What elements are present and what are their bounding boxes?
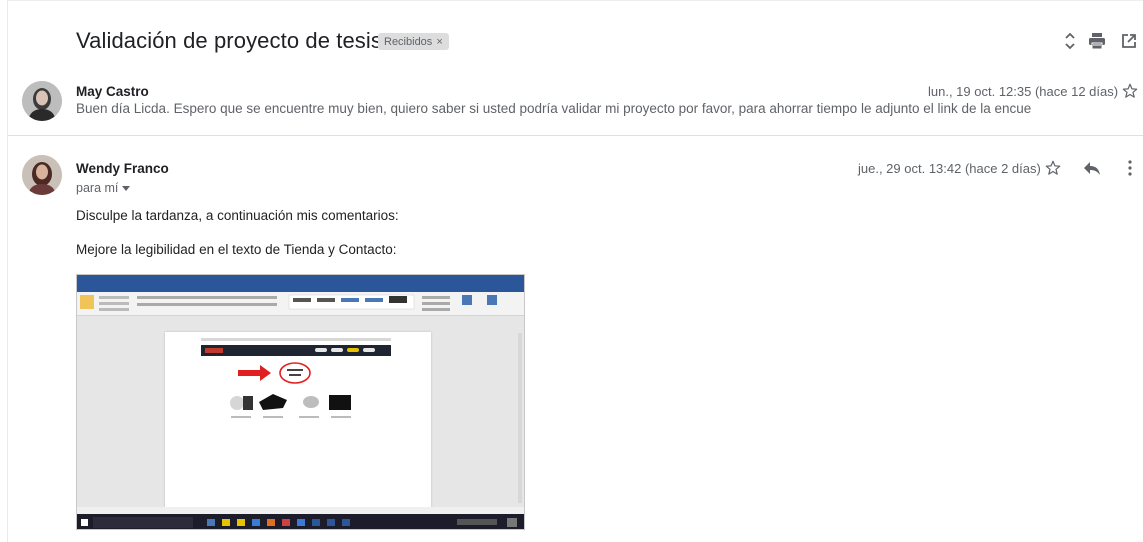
- sender-name[interactable]: May Castro: [76, 84, 149, 99]
- star-icon[interactable]: [1120, 81, 1140, 101]
- message-body-line: Disculpe la tardanza, a continuación mis…: [76, 208, 399, 223]
- inline-image-attachment[interactable]: [76, 274, 525, 530]
- windows-taskbar: [77, 514, 524, 529]
- message-date: jue., 29 oct. 13:42 (hace 2 días): [858, 161, 1041, 176]
- print-icon[interactable]: [1087, 31, 1107, 51]
- word-status-bar: [77, 507, 524, 514]
- avatar: [22, 81, 62, 121]
- expand-collapse-icon[interactable]: [1060, 31, 1080, 51]
- star-icon[interactable]: [1043, 158, 1063, 178]
- word-ribbon-tabs: [77, 284, 524, 292]
- message-snippet[interactable]: Buen día Licda. Espero que se encuentre …: [76, 101, 1031, 116]
- label-chip-text: Recibidos: [384, 35, 433, 48]
- word-title-bar: [77, 275, 524, 284]
- recipient-label: para mí: [76, 181, 119, 195]
- message-divider: [8, 135, 1143, 136]
- word-ribbon: [77, 292, 524, 316]
- message-body-line: Mejore la legibilidad en el texto de Tie…: [76, 242, 397, 257]
- recipient-details[interactable]: para mí: [76, 181, 131, 195]
- frame-border: [7, 0, 8, 542]
- thread-subject: Validación de proyecto de tesis: [76, 28, 382, 53]
- chevron-down-icon[interactable]: [122, 181, 131, 195]
- open-in-new-window-icon[interactable]: [1119, 31, 1139, 51]
- word-ruler: [77, 316, 524, 332]
- label-chip-inbox[interactable]: Recibidos ×: [378, 33, 449, 50]
- remove-label-icon[interactable]: ×: [436, 36, 442, 48]
- word-page: [165, 332, 431, 517]
- sender-name[interactable]: Wendy Franco: [76, 161, 169, 176]
- avatar: [22, 155, 62, 195]
- more-options-icon[interactable]: [1120, 158, 1140, 178]
- frame-border-top: [7, 0, 1143, 1]
- message-date: lun., 19 oct. 12:35 (hace 12 días): [928, 84, 1119, 99]
- word-scrollbar: [518, 333, 522, 503]
- reply-icon[interactable]: [1082, 158, 1102, 178]
